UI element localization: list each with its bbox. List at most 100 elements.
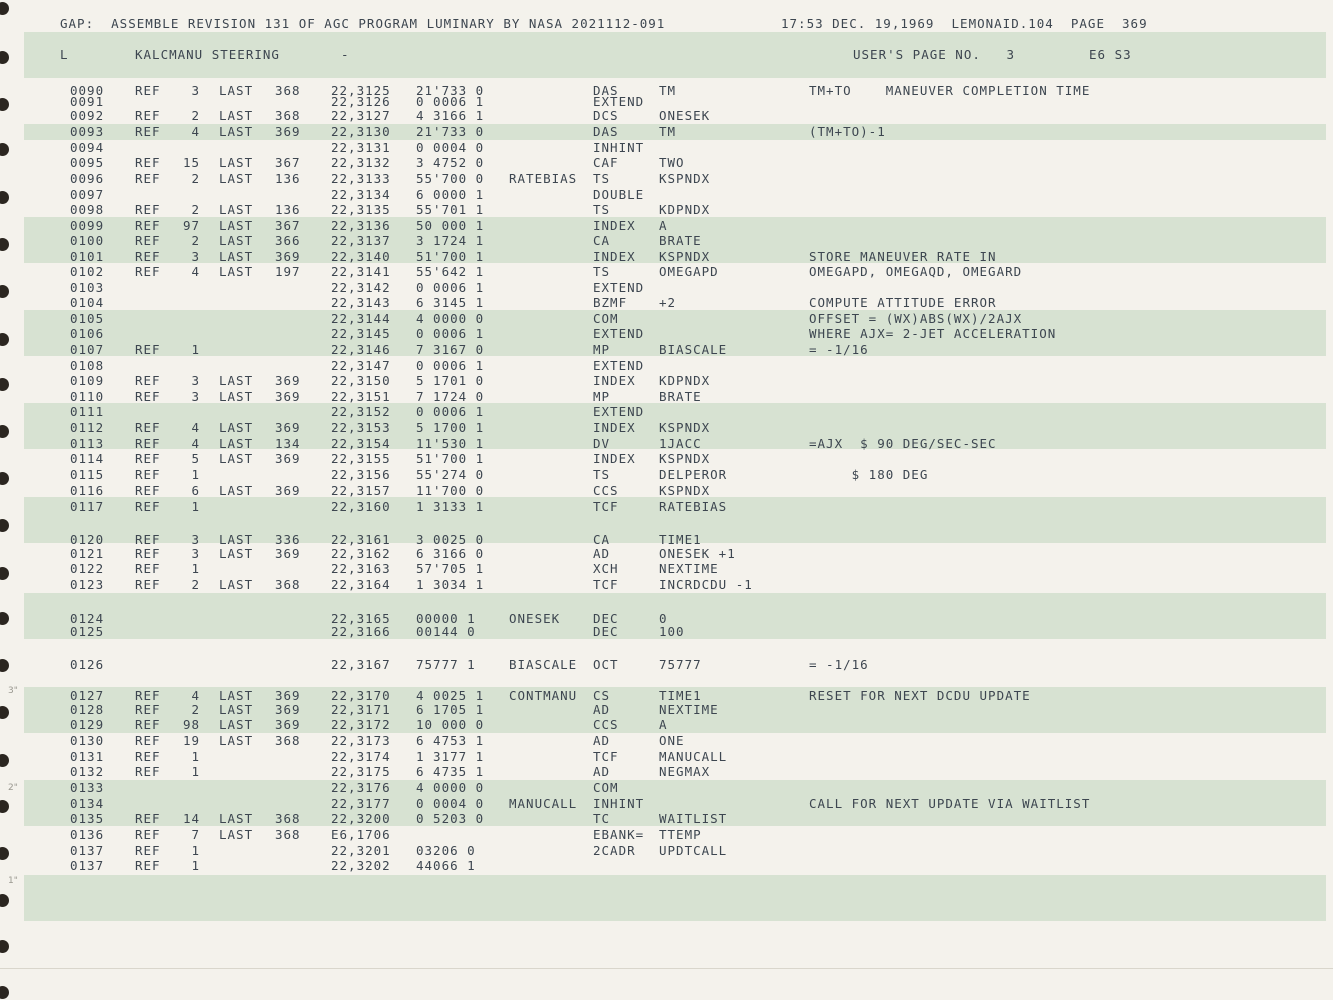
row-op: 2CADR xyxy=(593,843,636,858)
row-operand: +2 xyxy=(659,295,677,310)
row-lastpage: 368 xyxy=(275,577,301,592)
row-ref: REF xyxy=(135,342,161,357)
row-word: 7 1724 0 xyxy=(416,389,485,404)
row-op: INDEX xyxy=(593,451,636,466)
row-op: EXTEND xyxy=(593,358,645,373)
listing-row: 0113 REF 4 LAST 134 22,3154 11'530 1 DV 1JACC =AJ… xyxy=(0,436,1333,452)
listing-row: 0103 22,3142 0 0006 1 EXTEND xyxy=(0,280,1333,296)
row-refnum: 2 xyxy=(191,577,200,592)
listing-row: 0096 REF 2 LAST 136 22,3133 55'700 0 RATEBIAS TS… xyxy=(0,171,1333,187)
row-loc: 22,3137 xyxy=(331,233,391,248)
row-loc: 22,3156 xyxy=(331,467,391,482)
row-word: 0 0006 1 xyxy=(416,280,485,295)
row-refnum: 97 xyxy=(182,218,200,233)
row-lastpage: 369 xyxy=(275,389,301,404)
row-lastpage: 367 xyxy=(275,155,301,170)
row-loc: 22,3151 xyxy=(331,389,391,404)
row-word: 00144 0 xyxy=(416,624,476,639)
listing-row: 0126 22,3167 75777 1 BIASCALE OCT 75777 = -1/1… xyxy=(0,657,1333,673)
row-operand: ONESEK xyxy=(659,108,711,123)
listing-row: 0106 22,3145 0 0006 1 EXTEND WHERE AJX= 2-JE… xyxy=(0,326,1333,342)
listing-text: GAP: ASSEMBLE REVISION 131 OF AGC PROGRA… xyxy=(0,0,1333,1000)
row-comment: OMEGAPD, OMEGAQD, OMEGARD xyxy=(809,264,1023,279)
row-word: 5 1701 0 xyxy=(416,373,485,388)
listing-row: 0134 22,3177 0 0004 0 MANUCALL INHINT CALL FO… xyxy=(0,796,1333,812)
row-word: 6 4753 1 xyxy=(416,733,485,748)
row-loc: 22,3146 xyxy=(331,342,391,357)
row-op: EBANK= xyxy=(593,827,645,842)
row-label: BIASCALE xyxy=(509,657,578,672)
row-refnum: 19 xyxy=(182,733,200,748)
row-loc: 22,3202 xyxy=(331,858,391,873)
row-refnum: 2 xyxy=(191,202,200,217)
subheader-dash: - xyxy=(341,47,350,62)
row-refnum: 98 xyxy=(182,717,200,732)
row-word: 75777 1 xyxy=(416,657,476,672)
row-line: 0106 xyxy=(70,326,105,341)
row-refnum: 4 xyxy=(191,436,200,451)
row-line: 0129 xyxy=(70,717,105,732)
row-lastpage: 369 xyxy=(275,373,301,388)
listing-row: 0137 REF 1 22,3201 03206 0 2CADR UPDTCALL xyxy=(0,843,1333,859)
row-op: COM xyxy=(593,780,619,795)
listing-row: 0101 REF 3 LAST 369 22,3140 51'700 1 INDEX KSPND… xyxy=(0,249,1333,265)
row-line: 0128 xyxy=(70,702,105,717)
row-ref: REF xyxy=(135,264,161,279)
row-comment: = -1/16 xyxy=(809,657,869,672)
subheader-users-page: USER'S PAGE NO. 3 xyxy=(853,47,1015,62)
row-word: 4 0000 0 xyxy=(416,311,485,326)
row-word: 7 3167 0 xyxy=(416,342,485,357)
row-refnum: 1 xyxy=(191,843,200,858)
row-comment: CALL FOR NEXT UPDATE VIA WAITLIST xyxy=(809,796,1091,811)
row-last: LAST xyxy=(219,827,254,842)
row-operand: KSPNDX xyxy=(659,171,711,186)
row-word: 0 0006 1 xyxy=(416,404,485,419)
row-lastpage: 136 xyxy=(275,171,301,186)
row-operand: RATEBIAS xyxy=(659,499,728,514)
row-line: 0115 xyxy=(70,467,105,482)
row-lastpage: 366 xyxy=(275,233,301,248)
row-operand: A xyxy=(659,717,668,732)
row-refnum: 2 xyxy=(191,171,200,186)
row-ref: REF xyxy=(135,702,161,717)
row-line: 0112 xyxy=(70,420,105,435)
row-ref: REF xyxy=(135,764,161,779)
listing-row: 0131 REF 1 22,3174 1 3177 1 TCF MANUCALL xyxy=(0,749,1333,765)
row-word: 51'700 1 xyxy=(416,451,485,466)
row-operand: KDPNDX xyxy=(659,202,711,217)
listing-row: 0114 REF 5 LAST 369 22,3155 51'700 1 INDEX KSPND… xyxy=(0,451,1333,467)
row-loc: 22,3136 xyxy=(331,218,391,233)
row-loc: 22,3172 xyxy=(331,717,391,732)
row-line: 0099 xyxy=(70,218,105,233)
row-refnum: 4 xyxy=(191,420,200,435)
listing-page: 3" 2" 1" GAP: ASSEMBLE REVISION 131 OF AGC… xyxy=(0,0,1333,1000)
row-last: LAST xyxy=(219,420,254,435)
row-word: 3 1724 1 xyxy=(416,233,485,248)
row-comment: OFFSET = (WX)ABS(WX)/2AJX xyxy=(809,311,1023,326)
row-operand: KSPNDX xyxy=(659,483,711,498)
row-operand: MANUCALL xyxy=(659,749,728,764)
listing-row: 0110 REF 3 LAST 369 22,3151 7 1724 0 MP BRATE xyxy=(0,389,1333,405)
row-line: 0113 xyxy=(70,436,105,451)
row-refnum: 6 xyxy=(191,483,200,498)
row-last: LAST xyxy=(219,108,254,123)
row-operand: TM xyxy=(659,124,677,139)
row-loc: 22,3164 xyxy=(331,577,391,592)
row-loc: 22,3201 xyxy=(331,843,391,858)
listing-row: 0098 REF 2 LAST 136 22,3135 55'701 1 TS KDPNDX xyxy=(0,202,1333,218)
listing-row: 0125 22,3166 00144 0 DEC 100 xyxy=(0,624,1333,640)
row-op: TS xyxy=(593,171,611,186)
row-loc: 22,3141 xyxy=(331,264,391,279)
row-op: MP xyxy=(593,342,611,357)
row-last: LAST xyxy=(219,264,254,279)
listing-row: 0128 REF 2 LAST 369 22,3171 6 1705 1 AD NEXTIME xyxy=(0,702,1333,718)
row-word: 44066 1 xyxy=(416,858,476,873)
listing-row: 0136 REF 7 LAST 368 E6,1706 EBANK= TTEMP xyxy=(0,827,1333,843)
row-op: AD xyxy=(593,764,611,779)
row-operand: TTEMP xyxy=(659,827,702,842)
row-lastpage: 369 xyxy=(275,702,301,717)
row-word: 0 0006 1 xyxy=(416,326,485,341)
row-loc: 22,3152 xyxy=(331,404,391,419)
row-operand: 100 xyxy=(659,624,685,639)
row-operand: BRATE xyxy=(659,389,702,404)
